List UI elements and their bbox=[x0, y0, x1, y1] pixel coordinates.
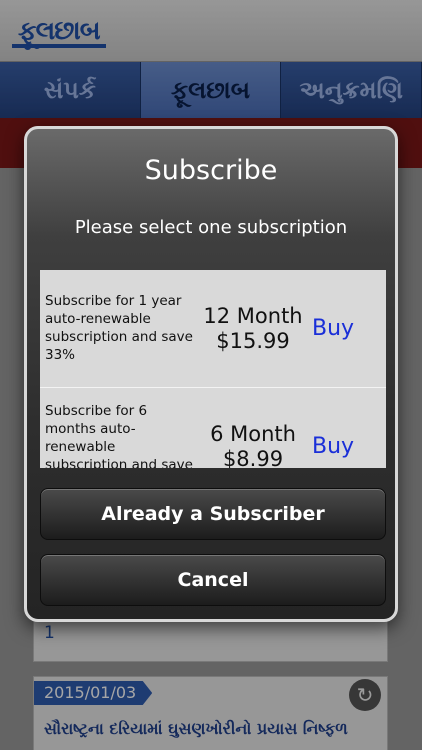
plan-price: $15.99 bbox=[216, 329, 290, 353]
buy-button-12-month[interactable]: Buy bbox=[312, 316, 372, 341]
plan-duration: 6 Month bbox=[210, 422, 296, 446]
already-subscriber-button[interactable]: Already a Subscriber bbox=[40, 488, 386, 540]
plan-description: Subscribe for 6 months auto-renewable su… bbox=[45, 403, 193, 468]
subscribe-dialog: Subscribe Please select one subscription… bbox=[24, 126, 398, 622]
plan-description: Subscribe for 1 year auto-renewable subs… bbox=[45, 293, 193, 363]
plan-list[interactable]: Subscribe for 1 year auto-renewable subs… bbox=[40, 270, 386, 468]
plan-duration: 12 Month bbox=[203, 304, 303, 328]
plan-price-block: 6 Month $8.99 bbox=[198, 422, 308, 468]
dialog-title: Subscribe bbox=[144, 155, 278, 186]
dialog-subtitle: Please select one subscription bbox=[74, 217, 348, 238]
plan-row-12-month[interactable]: Subscribe for 1 year auto-renewable subs… bbox=[40, 270, 386, 390]
plan-price-block: 12 Month $15.99 bbox=[198, 304, 308, 354]
cancel-button[interactable]: Cancel bbox=[40, 554, 386, 606]
buy-button-6-month[interactable]: Buy bbox=[312, 434, 372, 459]
plan-row-6-month[interactable]: Subscribe for 6 months auto-renewable su… bbox=[40, 388, 386, 468]
plan-price: $8.99 bbox=[222, 447, 284, 468]
